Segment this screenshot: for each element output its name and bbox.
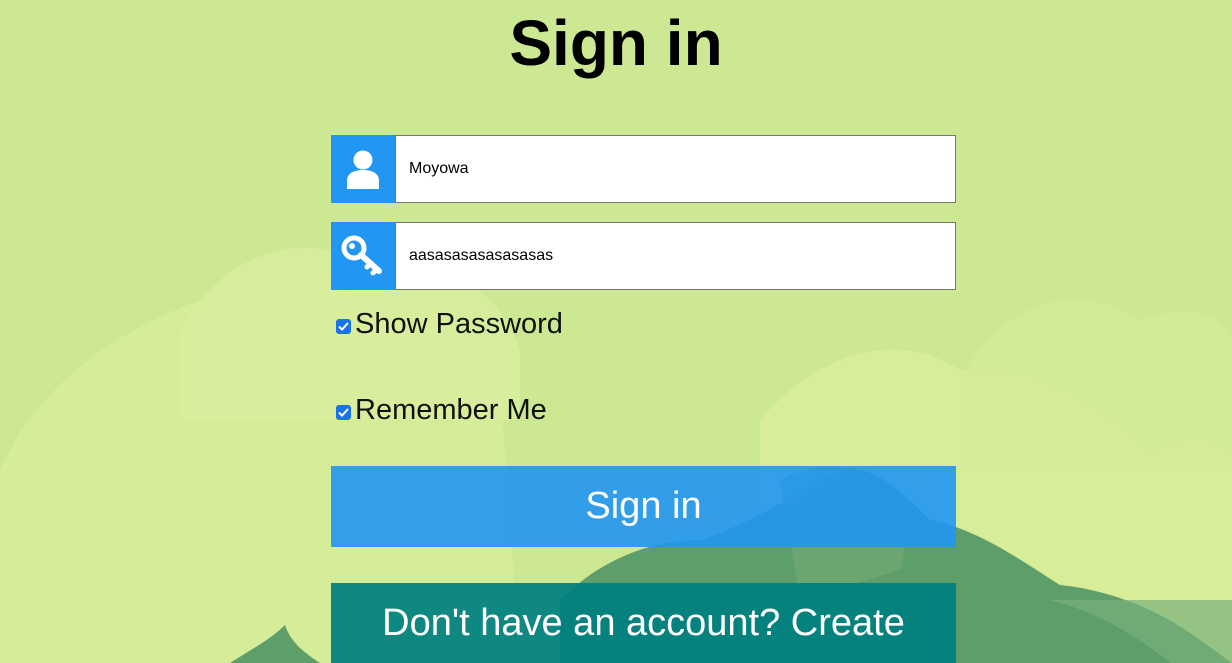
show-password-label[interactable]: Show Password [355,308,563,341]
user-icon [331,135,395,203]
checkmark-icon [338,321,349,331]
checkmark-icon [338,407,349,417]
create-account-button[interactable]: Don't have an account? Create [331,583,956,663]
username-row [331,135,956,203]
password-input[interactable] [395,222,956,290]
remember-me-checkbox[interactable] [336,404,351,420]
remember-me-label[interactable]: Remember Me [355,394,547,427]
key-icon [331,222,395,290]
sign-in-button[interactable]: Sign in [331,466,956,547]
show-password-checkbox[interactable] [336,318,351,334]
show-password-row: Show Password [336,308,563,341]
remember-me-row: Remember Me [336,394,547,427]
page-title: Sign in [509,7,723,79]
username-input[interactable] [395,135,956,203]
password-row [331,222,956,290]
